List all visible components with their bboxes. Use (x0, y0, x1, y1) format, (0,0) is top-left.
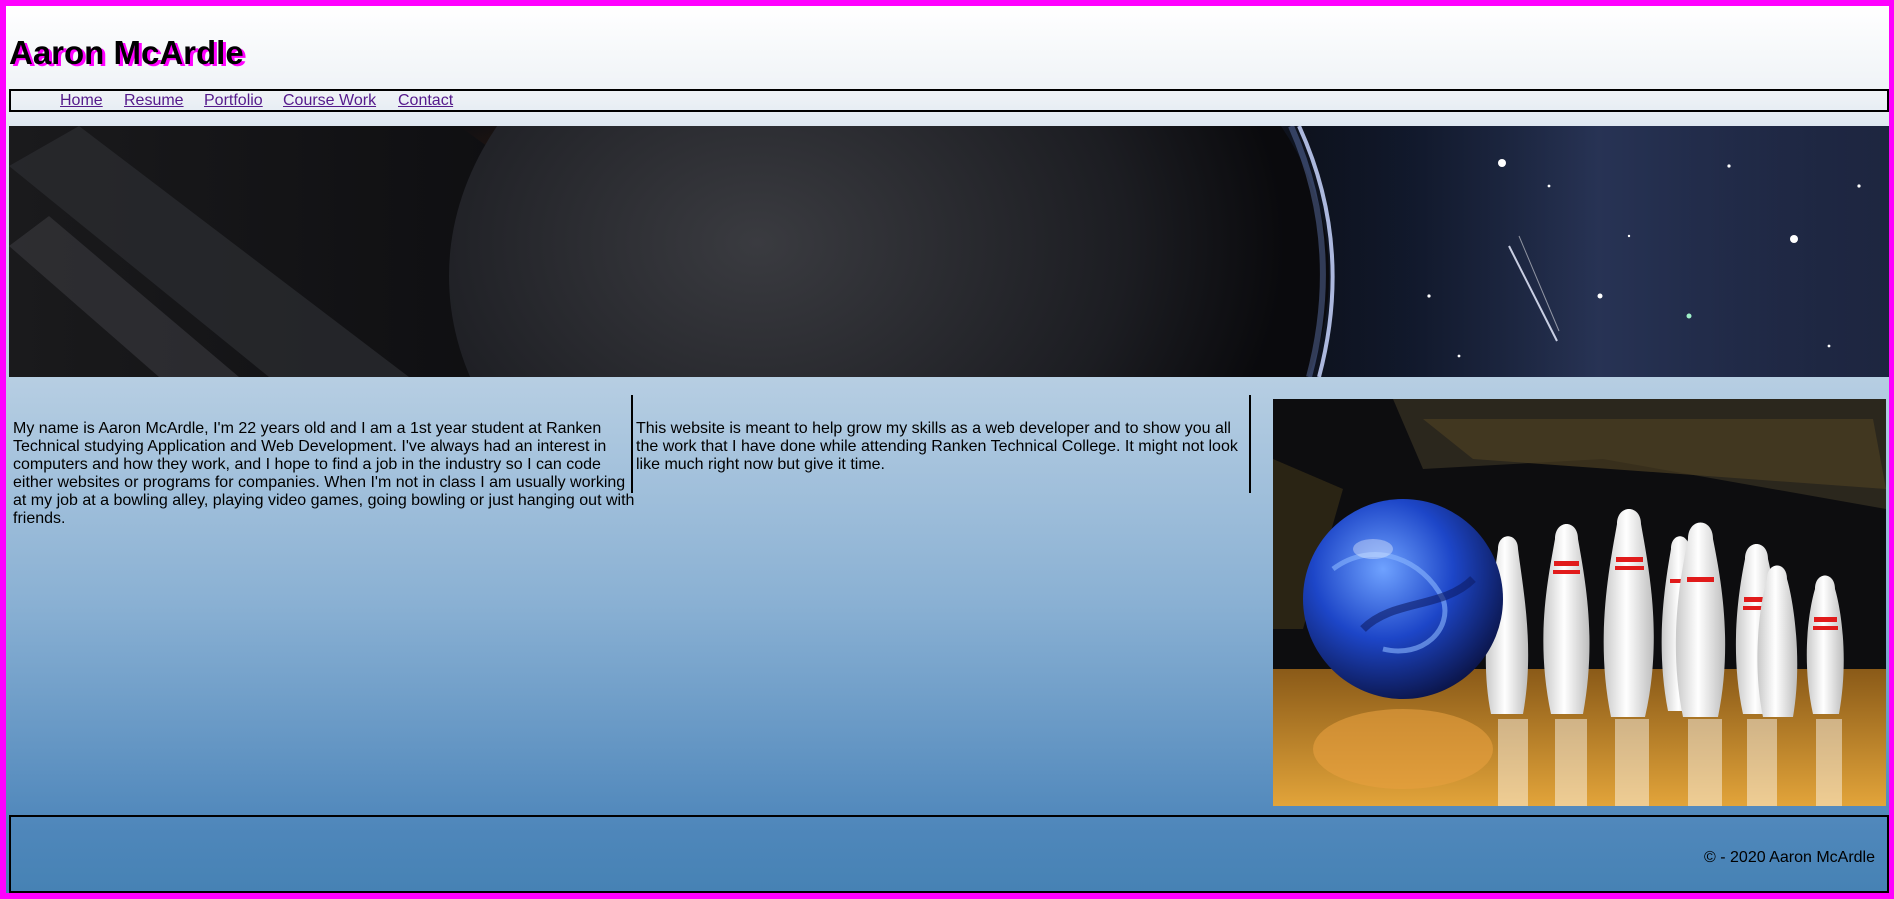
nav-link-course-work[interactable]: Course Work (283, 91, 376, 110)
purpose-text: This website is meant to help grow my sk… (636, 420, 1238, 473)
purpose-column: This website is meant to help grow my sk… (633, 395, 1251, 493)
about-column: My name is Aaron McArdle, I'm 22 years o… (9, 395, 634, 527)
footer: © - 2020 Aaron McArdle (9, 815, 1889, 893)
site-title: Aaron McArdle (9, 34, 244, 71)
nav-link-contact[interactable]: Contact (398, 91, 453, 110)
nav-link-home[interactable]: Home (60, 91, 103, 110)
about-text: My name is Aaron McArdle, I'm 22 years o… (13, 420, 635, 527)
copyright-text: © - 2020 Aaron McArdle (1704, 849, 1875, 866)
space-banner-image (9, 126, 1889, 377)
nav-link-portfolio[interactable]: Portfolio (204, 91, 263, 110)
nav-link-resume[interactable]: Resume (124, 91, 184, 110)
bowling-image (1273, 399, 1886, 806)
page: Aaron McArdle Home Resume Portfolio Cour… (6, 6, 1889, 893)
main-nav: Home Resume Portfolio Course Work Contac… (9, 89, 1889, 112)
